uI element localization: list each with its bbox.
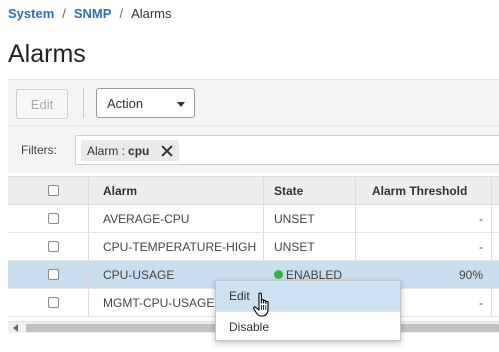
column-divider bbox=[88, 177, 89, 204]
toolbar: Edit Action bbox=[8, 79, 499, 125]
row-checkbox-cell bbox=[48, 233, 68, 260]
filter-bar: Filters: Alarm : cpu bbox=[8, 125, 499, 173]
status-enabled-icon bbox=[274, 270, 283, 279]
column-divider bbox=[263, 233, 264, 260]
toolbar-divider bbox=[83, 88, 84, 118]
filter-chip-value: cpu bbox=[128, 143, 150, 158]
menu-item-edit[interactable]: Edit bbox=[216, 281, 400, 311]
filter-chip-key: Alarm : bbox=[87, 143, 126, 158]
table-row[interactable]: AVERAGE-CPU UNSET - bbox=[8, 205, 499, 233]
breadcrumb-separator: / bbox=[62, 6, 66, 21]
column-divider bbox=[88, 205, 89, 232]
column-header-state[interactable]: State bbox=[274, 177, 354, 204]
column-header-threshold[interactable]: Alarm Threshold bbox=[372, 177, 492, 204]
breadcrumb: System / SNMP / Alarms bbox=[8, 6, 172, 21]
row-checkbox-cell bbox=[48, 289, 68, 316]
breadcrumb-snmp-link[interactable]: SNMP bbox=[74, 6, 112, 21]
scroll-left-icon[interactable] bbox=[13, 324, 18, 332]
row-checkbox-cell bbox=[48, 205, 68, 232]
column-header-alarm[interactable]: Alarm bbox=[103, 177, 263, 204]
select-all-cell bbox=[48, 177, 68, 204]
column-divider bbox=[491, 233, 492, 260]
breadcrumb-separator: / bbox=[119, 6, 124, 21]
alarm-name: CPU-TEMPERATURE-HIGH bbox=[103, 239, 257, 254]
column-divider bbox=[263, 177, 264, 204]
alarm-threshold: - bbox=[479, 211, 483, 226]
alarm-threshold: - bbox=[479, 239, 483, 254]
select-all-checkbox[interactable] bbox=[48, 185, 59, 196]
filter-chip: Alarm : cpu bbox=[81, 140, 180, 161]
column-divider bbox=[491, 261, 492, 288]
breadcrumb-current: Alarms bbox=[131, 6, 172, 21]
column-divider bbox=[491, 205, 492, 232]
row-context-menu: Edit Disable bbox=[215, 280, 401, 341]
alarm-state: UNSET bbox=[274, 211, 315, 226]
chevron-down-icon bbox=[177, 102, 185, 107]
column-divider bbox=[355, 205, 356, 232]
hand-pointer-icon bbox=[253, 292, 269, 317]
column-divider bbox=[491, 177, 492, 204]
column-divider bbox=[263, 205, 264, 232]
table-row[interactable]: CPU-TEMPERATURE-HIGH UNSET - bbox=[8, 233, 499, 261]
action-dropdown-label: Action bbox=[107, 95, 144, 111]
column-divider bbox=[88, 261, 89, 288]
row-checkbox[interactable] bbox=[48, 269, 59, 280]
column-divider bbox=[355, 233, 356, 260]
column-divider bbox=[491, 289, 492, 316]
filters-label: Filters: bbox=[21, 143, 57, 157]
row-checkbox[interactable] bbox=[48, 297, 59, 308]
menu-item-disable[interactable]: Disable bbox=[216, 312, 400, 342]
breadcrumb-system-link[interactable]: System bbox=[8, 6, 54, 21]
row-checkbox[interactable] bbox=[48, 241, 59, 252]
filter-input[interactable]: Alarm : cpu bbox=[75, 135, 499, 165]
table-header: Alarm State Alarm Threshold bbox=[8, 176, 499, 205]
column-divider bbox=[88, 233, 89, 260]
row-checkbox[interactable] bbox=[48, 213, 59, 224]
alarm-name: AVERAGE-CPU bbox=[103, 211, 190, 226]
close-icon[interactable] bbox=[161, 145, 173, 157]
row-checkbox-cell bbox=[48, 261, 68, 288]
column-divider bbox=[355, 177, 356, 204]
action-dropdown[interactable]: Action bbox=[96, 88, 195, 118]
alarm-state: UNSET bbox=[274, 239, 315, 254]
edit-button[interactable]: Edit bbox=[16, 89, 68, 119]
column-divider bbox=[88, 289, 89, 316]
page-title: Alarms bbox=[8, 40, 86, 68]
